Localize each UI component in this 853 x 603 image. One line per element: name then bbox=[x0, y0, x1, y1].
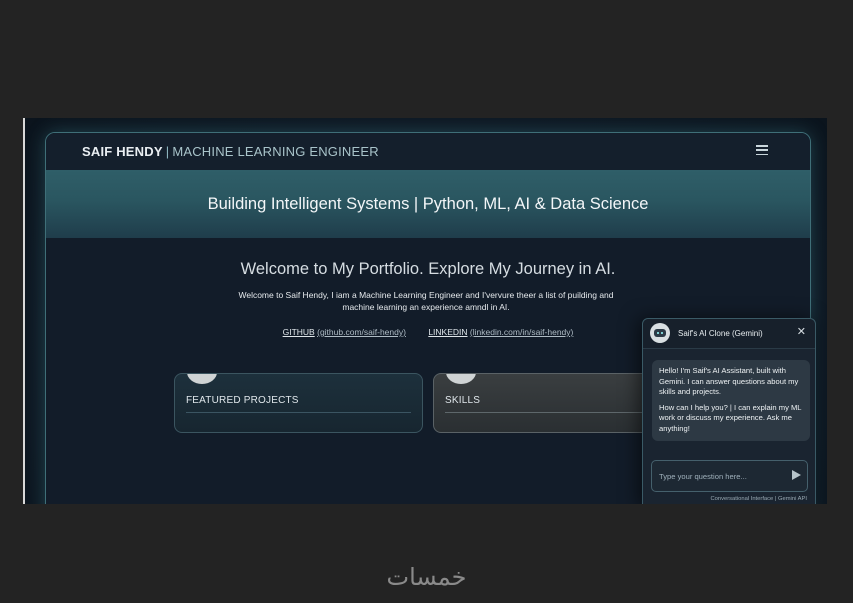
featured-projects-card[interactable]: FEATURED PROJECTS bbox=[174, 373, 423, 433]
scroll-indicator-icon: ••• bbox=[414, 502, 428, 504]
brand-name: SAIF HENDY bbox=[82, 144, 163, 159]
card-divider bbox=[445, 412, 670, 413]
top-navbar: SAIF HENDY | MACHINE LEARNING ENGINEER bbox=[46, 133, 810, 170]
watermark-logo: خمسات bbox=[386, 563, 467, 591]
robot-avatar-icon bbox=[650, 323, 670, 343]
hero-banner: Building Intelligent Systems | Python, M… bbox=[46, 170, 810, 238]
brand-role: MACHINE LEARNING ENGINEER bbox=[172, 144, 379, 159]
chat-header: Saif's AI Clone (Gemini) ✕ bbox=[643, 319, 815, 349]
chat-widget: Saif's AI Clone (Gemini) ✕ Hello! I'm Sa… bbox=[642, 318, 816, 504]
linkedin-url: (linkedin.com/in/saif-hendy) bbox=[469, 327, 574, 337]
hero-tagline: Building Intelligent Systems | Python, M… bbox=[207, 194, 649, 213]
brand-logo[interactable]: SAIF HENDY | MACHINE LEARNING ENGINEER bbox=[82, 144, 379, 159]
linkedin-link[interactable]: LINKEDIN (linkedin.com/in/saif-hendy) bbox=[428, 327, 573, 337]
card-divider bbox=[186, 412, 411, 413]
github-link[interactable]: GITHUB (github.com/saif-hendy) bbox=[283, 327, 406, 337]
chat-question-input[interactable] bbox=[657, 465, 786, 487]
chat-title: Saif's AI Clone (Gemini) bbox=[678, 329, 763, 338]
card-title: FEATURED PROJECTS bbox=[186, 395, 299, 406]
intro-text: Welcome to Saif Hendy, I iam a Machine L… bbox=[216, 289, 636, 313]
close-icon[interactable]: ✕ bbox=[797, 326, 806, 338]
github-label: GITHUB bbox=[282, 327, 315, 337]
welcome-title: Welcome to My Portfolio. Explore My Jour… bbox=[240, 260, 616, 278]
card-icon bbox=[446, 374, 476, 384]
message-paragraph: How can I help you? | I can explain my M… bbox=[659, 402, 802, 433]
intro-line: Welcome to Saif Hendy, I iam a Machine L… bbox=[238, 290, 614, 300]
card-title: SKILLS bbox=[445, 395, 481, 406]
brand-separator: | bbox=[165, 144, 170, 159]
card-icon bbox=[187, 374, 217, 384]
assistant-message: Hello! I'm Saif's AI Assistant, built wi… bbox=[652, 360, 810, 441]
chat-footer: Conversational Interface | Gemini API bbox=[710, 496, 807, 502]
message-paragraph: Hello! I'm Saif's AI Assistant, built wi… bbox=[659, 366, 799, 397]
screenshot-area: SAIF HENDY | MACHINE LEARNING ENGINEER Bui… bbox=[23, 118, 827, 504]
hamburger-menu-icon[interactable] bbox=[756, 145, 768, 155]
github-url: (github.com/saif-hendy) bbox=[317, 327, 406, 337]
linkedin-label: LINKEDIN bbox=[428, 327, 468, 337]
send-icon[interactable] bbox=[792, 470, 801, 480]
intro-line: machine learning an experience amndl in … bbox=[342, 302, 510, 312]
chat-input-box bbox=[651, 460, 808, 492]
